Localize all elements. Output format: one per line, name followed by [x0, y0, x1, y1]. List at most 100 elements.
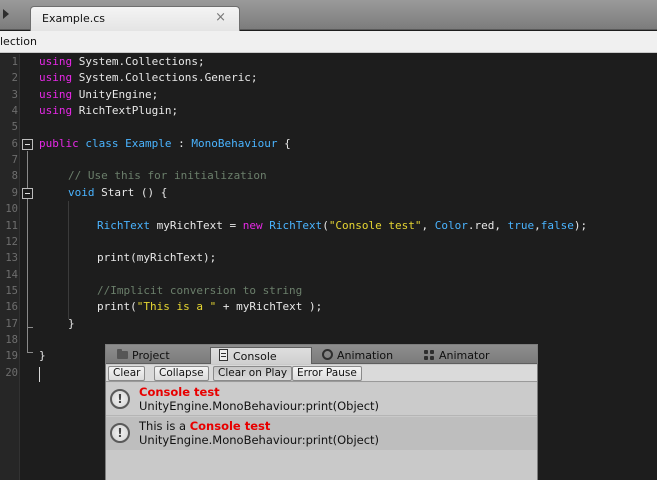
line-number: 14 — [5, 268, 18, 281]
tab-example-cs[interactable]: Example.cs × — [30, 6, 240, 31]
code-line-9: void Start () { — [68, 185, 167, 201]
fold-toggle-icon[interactable] — [22, 188, 33, 199]
keyword: public — [39, 136, 79, 150]
string-literal: "This is a " — [136, 300, 217, 314]
warning-icon: ! — [110, 389, 130, 409]
code-text: , — [534, 218, 541, 232]
code-text: { — [277, 136, 291, 150]
log-stacktrace: UnityEngine.MonoBehaviour:print(Object) — [139, 399, 380, 413]
clear-button[interactable]: Clear — [108, 366, 146, 381]
tab-label: Example.cs — [42, 12, 105, 25]
log-highlight: Console test — [139, 385, 220, 399]
keyword: using — [39, 104, 73, 118]
type-name: Color — [434, 218, 468, 232]
code-text: } — [39, 349, 46, 363]
keyword: using — [39, 71, 73, 85]
type-name: RichText — [269, 218, 323, 232]
animation-icon — [322, 349, 333, 360]
tab-animator[interactable]: Animator — [417, 347, 517, 364]
log-message: Console test — [139, 385, 220, 399]
code-text: : — [171, 136, 192, 150]
line-number: 8 — [11, 170, 18, 183]
line-number-gutter: 1 2 3 4 5 6 7 8 9 10 11 12 13 14 15 16 1… — [0, 54, 19, 480]
line-number: 9 — [11, 186, 18, 199]
line-number: 5 — [11, 121, 18, 134]
log-entry[interactable]: ! This is a Console test UnityEngine.Mon… — [106, 417, 537, 450]
code-text: System.Collections.Generic; — [72, 71, 258, 85]
tab-console[interactable]: Console — [210, 347, 312, 364]
code-line-6: public class Example : MonoBehaviour { — [39, 136, 291, 152]
code-text: .red, — [467, 218, 508, 232]
editor-tab-bar: Example.cs × — [0, 0, 657, 31]
code-line-4: using RichTextPlugin; — [39, 103, 178, 119]
code-text: print( — [97, 300, 137, 314]
close-icon[interactable]: × — [215, 10, 226, 25]
clear-on-play-button[interactable]: Clear on Play — [213, 366, 293, 381]
text-caret — [39, 367, 40, 382]
base-type: MonoBehaviour — [191, 136, 278, 150]
keyword: using — [39, 55, 73, 68]
code-text: Start () { — [94, 185, 168, 199]
selection-bar: lection — [0, 31, 657, 53]
code-text: , — [421, 218, 435, 232]
line-number: 10 — [5, 203, 18, 216]
selection-label[interactable]: lection — [0, 35, 37, 48]
code-line-11: RichText myRichText = new RichText("Cons… — [97, 218, 587, 234]
code-text: print(myRichText); — [97, 251, 217, 265]
panel-tab-bar: Project Console Animation Animator — [106, 345, 537, 364]
line-number: 12 — [5, 235, 18, 248]
line-number: 1 — [11, 56, 18, 68]
fold-end-tick — [27, 327, 33, 328]
line-number: 13 — [5, 252, 18, 265]
console-icon — [219, 349, 228, 361]
animator-icon — [424, 350, 428, 354]
tab-label: Project — [132, 349, 170, 362]
tab-label: Animator — [439, 349, 490, 362]
code-text: ( — [322, 218, 329, 232]
code-line-15: //Implicit conversion to string — [97, 283, 302, 299]
code-text: RichTextPlugin; — [72, 104, 179, 118]
code-text: } — [68, 316, 75, 330]
code-line-17: } — [68, 316, 75, 332]
folder-icon — [117, 349, 128, 359]
line-number: 15 — [5, 284, 18, 297]
log-prefix: This is a — [139, 419, 190, 433]
collapse-button[interactable]: Collapse — [154, 366, 209, 381]
fold-guide — [27, 151, 28, 352]
log-entry[interactable]: ! Console test UnityEngine.MonoBehaviour… — [106, 383, 537, 416]
line-number: 16 — [5, 301, 18, 314]
indent-guide — [68, 201, 69, 319]
tab-project[interactable]: Project — [110, 347, 210, 364]
line-number: 19 — [5, 350, 18, 363]
code-line-19: } — [39, 348, 46, 364]
line-number: 4 — [11, 105, 18, 118]
line-number: 2 — [11, 72, 18, 85]
line-number: 18 — [5, 333, 18, 346]
code-line-1: using System.Collections; — [39, 54, 205, 70]
console-panel: Project Console Animation Animator Clear… — [105, 344, 538, 480]
code-text: myRichText = — [149, 218, 243, 232]
keyword: void — [68, 185, 95, 199]
error-pause-button[interactable]: Error Pause — [292, 366, 362, 381]
keyword: new — [242, 218, 263, 232]
tab-animation[interactable]: Animation — [315, 347, 417, 364]
line-number: 7 — [11, 154, 18, 167]
fold-end-tick — [27, 352, 33, 353]
string-literal: "Console test" — [328, 218, 422, 232]
code-line-2: using System.Collections.Generic; — [39, 70, 258, 86]
line-number: 17 — [5, 317, 18, 330]
tab-label: Console — [233, 350, 277, 363]
keyword: class — [85, 136, 119, 150]
fold-toggle-icon[interactable] — [22, 139, 33, 150]
log-message: This is a Console test — [139, 419, 270, 433]
code-text: + myRichText ); — [216, 300, 323, 314]
keyword: false — [540, 218, 574, 232]
class-name: Example — [125, 136, 172, 150]
tab-list-arrow-icon[interactable] — [3, 9, 9, 19]
code-text: ); — [573, 218, 588, 232]
code-line-8: // Use this for initialization — [68, 168, 267, 184]
warning-icon: ! — [110, 423, 130, 443]
log-stacktrace: UnityEngine.MonoBehaviour:print(Object) — [139, 433, 380, 447]
code-line-16: print("This is a " + myRichText ); — [97, 299, 322, 315]
line-number: 3 — [11, 88, 18, 101]
